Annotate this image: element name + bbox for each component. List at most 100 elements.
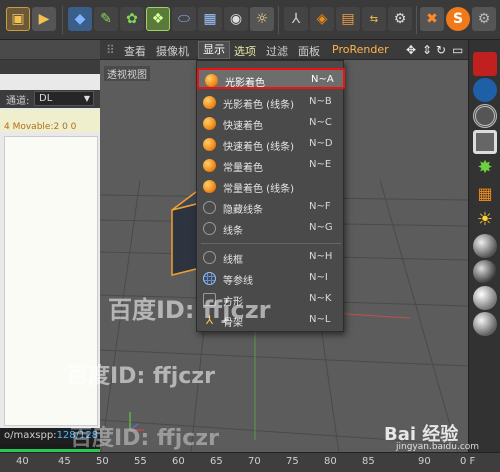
menu-item-shortcut: N~H: [309, 251, 333, 262]
ruler-tick: 65: [210, 456, 223, 467]
move-view-icon[interactable]: ✥: [406, 43, 416, 57]
ruler-tick: 60: [172, 456, 185, 467]
wire-sphere-icon: [203, 201, 216, 214]
render-view-panel: 通道: DL ▼ 4 Movable:2 0 0 o/maxspp:128/12…: [0, 40, 100, 460]
menu-item-constant-shading-lines[interactable]: 常量着色 (线条): [197, 176, 345, 197]
ruler-tick: 0 F: [460, 456, 476, 467]
menu-item-constant-shading[interactable]: 常量着色 N~E: [197, 155, 345, 176]
render-view-icon[interactable]: ▶: [32, 7, 56, 31]
floor-icon[interactable]: ▦: [198, 7, 222, 31]
ruler-tick: 45: [58, 456, 71, 467]
ruler-tick: 70: [248, 456, 261, 467]
gear-menu-icon[interactable]: ⚙: [472, 7, 496, 31]
target-icon[interactable]: [473, 104, 497, 128]
settings-icon[interactable]: ⚙: [388, 7, 412, 31]
menu-item-shortcut: N~K: [309, 293, 332, 304]
panel-header: [0, 40, 100, 60]
ruler-tick: 80: [324, 456, 337, 467]
chrome-sphere-icon[interactable]: [473, 312, 497, 336]
menu-item-shortcut: N~F: [309, 201, 331, 212]
cube-icon[interactable]: ◆: [68, 7, 92, 31]
timeline-ruler[interactable]: 40 45 50 55 60 65 70 75 80 85 90 0 F: [0, 452, 500, 472]
menu-options[interactable]: 选项: [234, 43, 256, 59]
menu-item-lines[interactable]: 线条 N~G: [197, 218, 345, 239]
orange-sphere-icon: [203, 180, 216, 193]
wire-sphere-icon: [203, 251, 216, 264]
contrast-icon[interactable]: [473, 78, 497, 102]
menu-item-isoparms[interactable]: 等参线 N~I: [197, 268, 345, 289]
right-toolbar: ✸ ▦ ☀: [468, 40, 500, 460]
menu-item-wireframe[interactable]: 线框 N~H: [197, 247, 345, 268]
channel-value: DL: [39, 93, 53, 104]
ruler-tick: 40: [16, 456, 29, 467]
green-gear-icon[interactable]: ✸: [473, 156, 497, 180]
zoom-view-icon[interactable]: ⇕: [422, 43, 432, 57]
chevron-down-icon: ▼: [83, 94, 90, 103]
light-icon[interactable]: ☼: [250, 7, 274, 31]
menu-prorender[interactable]: ProRender: [332, 43, 389, 56]
menu-item-shortcut: N~I: [309, 272, 328, 283]
viewport-label: 透视视图: [104, 66, 150, 81]
menu-item-label: 光影着色: [225, 78, 265, 89]
menu-item-hidden-line[interactable]: 隐藏线条 N~F: [197, 197, 345, 218]
menu-item-shortcut: N~A: [311, 74, 334, 85]
menu-item-label: 隐藏线条: [223, 205, 263, 216]
array-icon[interactable]: ❖: [146, 7, 170, 31]
menu-view[interactable]: 查看: [124, 43, 146, 59]
glass-sphere-icon[interactable]: [473, 286, 497, 310]
menu-item-shortcut: N~D: [309, 138, 333, 149]
ruler-tick: 75: [286, 456, 299, 467]
baidu-url: jingyan.baidu.com: [396, 442, 480, 452]
menu-item-quick-shading-lines[interactable]: 快速着色 (线条) N~D: [197, 134, 345, 155]
menu-item-quick-shading[interactable]: 快速着色 N~C: [197, 113, 345, 134]
menu-item-gouraud-shading[interactable]: 光影着色 N~A: [197, 68, 345, 89]
maximize-view-icon[interactable]: ▭: [452, 43, 463, 57]
rect-frame-icon[interactable]: [473, 130, 497, 154]
script-icon[interactable]: ▤: [336, 7, 360, 31]
menu-item-label: 快速着色: [223, 121, 263, 132]
ruler-tick: 50: [96, 456, 109, 467]
tag-icon[interactable]: ◈: [310, 7, 334, 31]
main-toolbar: ▣ ▶ ◆ ✎ ✿ ❖ ⬭ ▦ ◉ ☼ ⅄ ◈ ▤ ⇆ ⚙ ✖ S ⚙: [0, 0, 500, 40]
menu-panel[interactable]: 面板: [298, 43, 320, 59]
material-sphere-icon[interactable]: [473, 234, 497, 258]
menu-item-label: 线条: [223, 226, 243, 237]
menu-item-shortcut: N~C: [309, 117, 332, 128]
channel-label: 通道:: [6, 96, 30, 107]
menu-item-label: 线框: [223, 255, 243, 266]
menu-item-gouraud-shading-lines[interactable]: 光影着色 (线条) N~B: [197, 92, 345, 113]
boxes-icon[interactable]: ▦: [473, 182, 497, 206]
record-icon[interactable]: [473, 52, 497, 76]
channel-row: 通道: DL ▼: [0, 90, 100, 108]
sun-icon[interactable]: ☀: [473, 208, 497, 232]
status-prefix: o/maxspp:: [4, 430, 57, 441]
metal-sphere-icon[interactable]: [473, 260, 497, 284]
watermark: 百度ID: ffjczr: [66, 364, 215, 389]
menu-item-label: 快速着色 (线条): [223, 142, 294, 153]
camera-icon[interactable]: ◉: [224, 7, 248, 31]
channel-select[interactable]: DL ▼: [34, 91, 94, 106]
render-region-icon[interactable]: ▣: [6, 7, 30, 31]
info-bar: 4 Movable:2 0 0: [0, 110, 100, 132]
ruler-tick: 55: [134, 456, 147, 467]
pen-tool-icon[interactable]: ✎: [94, 7, 118, 31]
viewport-grip-icon[interactable]: ⠿: [106, 43, 115, 57]
orange-sphere-icon: [203, 138, 216, 151]
close-x-icon[interactable]: ✖: [420, 7, 444, 31]
panel-subheader: [0, 60, 100, 74]
plugin-s-icon[interactable]: S: [446, 7, 470, 31]
rotate-view-icon[interactable]: ↻: [436, 43, 446, 57]
subdivision-icon[interactable]: ✿: [120, 7, 144, 31]
menu-filter[interactable]: 过滤: [266, 43, 288, 59]
menu-display[interactable]: 显示: [198, 41, 230, 59]
bone-tool-icon[interactable]: ⅄: [284, 7, 308, 31]
watermark: 百度ID: ffjczr: [108, 296, 271, 324]
coordinate-icon[interactable]: ⇆: [362, 7, 386, 31]
ruler-tick: 85: [362, 456, 375, 467]
menu-item-shortcut: N~G: [309, 222, 333, 233]
isoparm-icon: [203, 272, 216, 285]
menu-camera[interactable]: 摄像机: [156, 43, 189, 59]
wire-sphere-icon: [203, 222, 216, 235]
viewport-menubar: ⠿ 查看 摄像机 显示 选项 过滤 面板 ProRender ✥ ⇕ ↻ ▭: [100, 40, 468, 60]
deformer-icon[interactable]: ⬭: [172, 7, 196, 31]
